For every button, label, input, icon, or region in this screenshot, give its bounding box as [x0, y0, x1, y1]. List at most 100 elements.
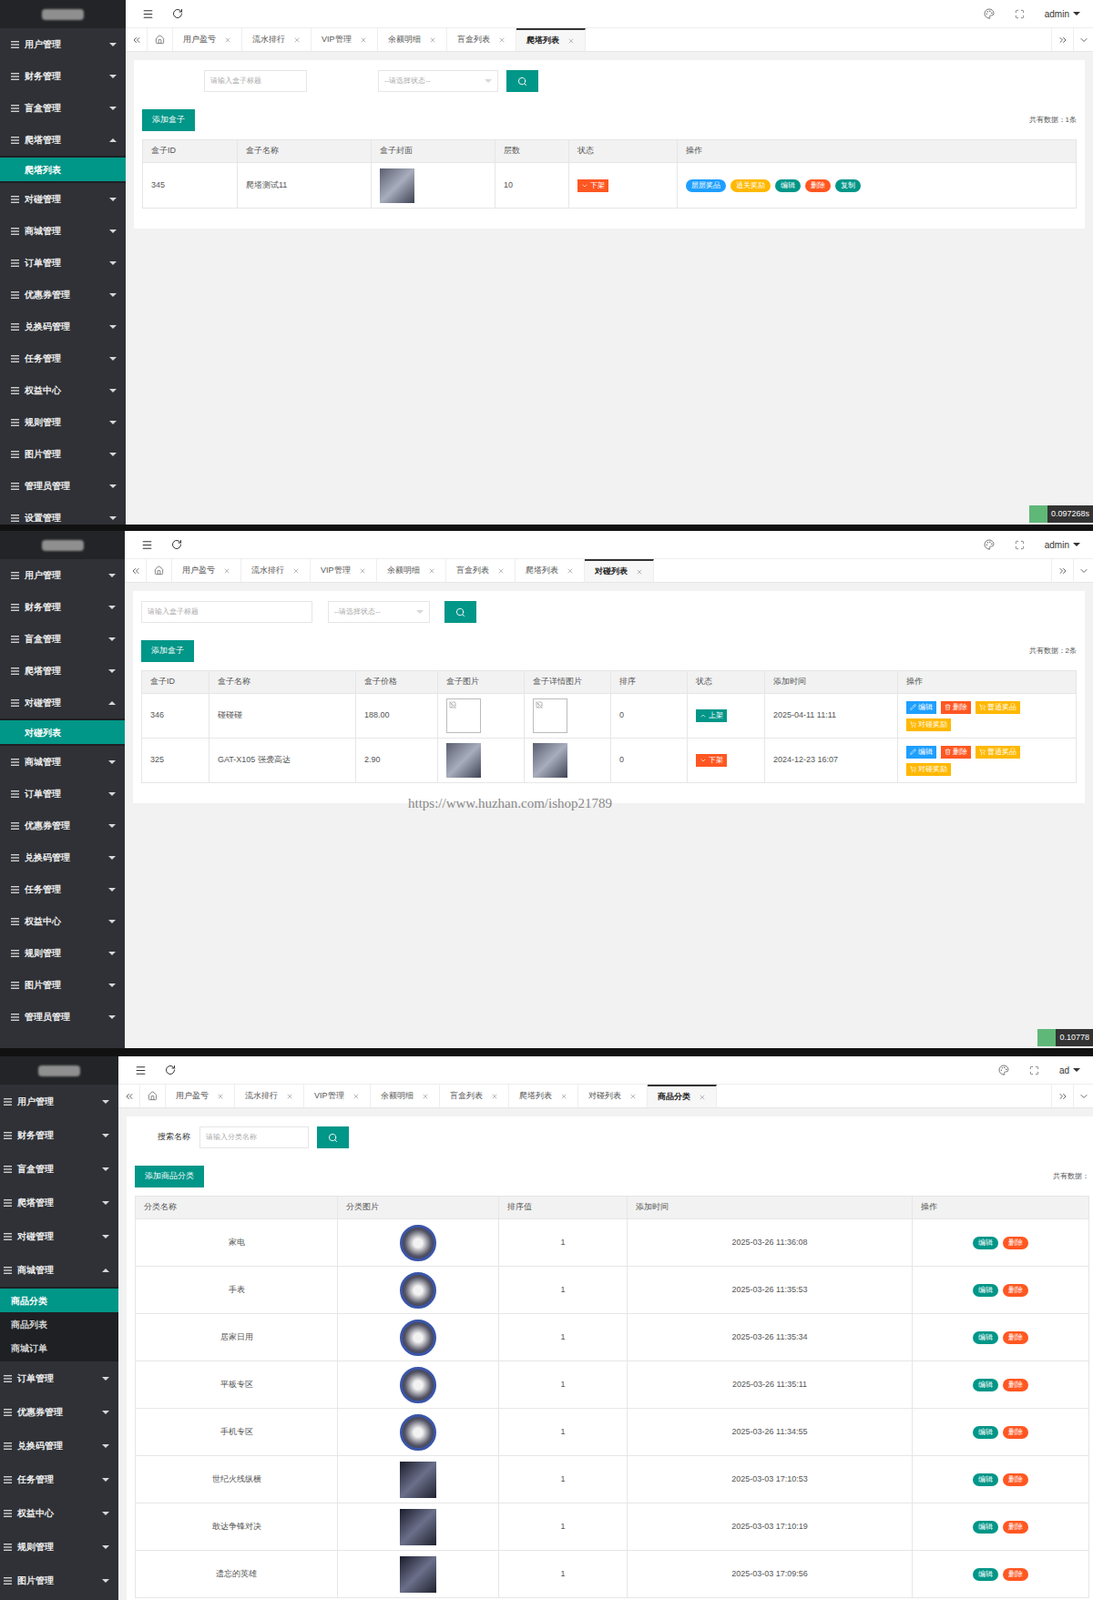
- action-button[interactable]: 编辑: [972, 1521, 999, 1534]
- fullscreen-icon[interactable]: [1014, 9, 1025, 20]
- search-input[interactable]: 请输入盒子标题: [141, 601, 313, 624]
- sidebar-item[interactable]: 订单管理: [0, 1361, 119, 1396]
- close-tab-icon[interactable]: [567, 37, 575, 45]
- sidebar-item[interactable]: 爬塔管理: [0, 1185, 119, 1220]
- sidebar-item[interactable]: 爬塔管理: [0, 123, 126, 156]
- action-button[interactable]: 编辑: [906, 701, 937, 715]
- table-row[interactable]: 居家日用12025-03-26 11:35:34编辑删除: [135, 1314, 1090, 1362]
- sidebar-item[interactable]: 设置管理: [0, 501, 126, 525]
- table-row[interactable]: 世纪火线纵横12025-03-03 17:10:53编辑删除: [135, 1456, 1090, 1504]
- add-button[interactable]: 添加盒子: [142, 109, 195, 132]
- action-button[interactable]: 删除: [1002, 1473, 1029, 1487]
- table-row[interactable]: 346碰碰碰188.000上架2025-04-11 11:11编辑删除普通奖品对…: [142, 694, 1077, 739]
- close-tab-icon[interactable]: [497, 567, 505, 575]
- tab-scroll-left[interactable]: [125, 28, 148, 52]
- sidebar-item[interactable]: 管理员管理: [0, 1001, 125, 1033]
- action-button[interactable]: 删除: [805, 179, 831, 193]
- table-row[interactable]: 平板专区12025-03-26 11:35:11编辑删除: [135, 1361, 1090, 1410]
- add-button[interactable]: 添加商品分类: [134, 1165, 205, 1188]
- search-button[interactable]: [444, 601, 477, 624]
- sidebar-item[interactable]: 规则管理: [0, 937, 125, 970]
- sidebar-item[interactable]: 任务管理: [0, 1462, 119, 1497]
- sidebar-subitem[interactable]: 商品列表: [0, 1312, 119, 1337]
- close-tab-icon[interactable]: [429, 36, 437, 44]
- sidebar-item[interactable]: 财务管理: [0, 1118, 119, 1153]
- sidebar-item[interactable]: 兑换码管理: [0, 841, 125, 874]
- tab[interactable]: VIP管理: [311, 28, 378, 52]
- sidebar-item[interactable]: 权益中心: [0, 905, 125, 938]
- close-tab-icon[interactable]: [358, 567, 367, 575]
- tab[interactable]: 余额明细: [377, 559, 447, 583]
- close-tab-icon[interactable]: [286, 1093, 294, 1101]
- action-button[interactable]: 删除: [940, 701, 971, 715]
- sidebar-item[interactable]: 订单管理: [0, 777, 125, 810]
- action-button[interactable]: 删除: [1002, 1236, 1029, 1250]
- action-button[interactable]: 普通奖品: [975, 745, 1021, 759]
- sidebar-item[interactable]: 优惠券管理: [0, 1395, 119, 1430]
- sidebar-item[interactable]: 优惠券管理: [0, 809, 125, 842]
- close-tab-icon[interactable]: [352, 1093, 360, 1101]
- close-tab-icon[interactable]: [498, 36, 506, 44]
- action-button[interactable]: 编辑: [972, 1236, 999, 1250]
- sidebar-item[interactable]: 爬塔管理: [0, 654, 125, 687]
- sidebar-item[interactable]: 权益中心: [0, 1496, 119, 1531]
- theme-icon[interactable]: [998, 1064, 1010, 1076]
- table-row[interactable]: 手机专区12025-03-26 11:34:55编辑删除: [135, 1409, 1090, 1457]
- sidebar-item[interactable]: 商城管理: [0, 214, 126, 247]
- tab[interactable]: 用户盈亏: [173, 28, 243, 52]
- action-button[interactable]: 编辑: [972, 1426, 999, 1440]
- action-button[interactable]: 通关奖励: [730, 179, 771, 193]
- close-tab-icon[interactable]: [421, 1093, 430, 1101]
- sidebar-item[interactable]: 图片管理: [0, 969, 125, 1002]
- sidebar-subitem[interactable]: 商城订单: [0, 1336, 119, 1360]
- tab-scroll-right[interactable]: [1051, 28, 1073, 52]
- logo[interactable]: [0, 531, 125, 560]
- action-button[interactable]: 对碰奖励: [906, 718, 951, 732]
- toggle-menu-icon[interactable]: [134, 1064, 147, 1077]
- toggle-menu-icon[interactable]: [142, 8, 154, 21]
- tab[interactable]: 余额明细: [377, 28, 448, 52]
- add-button[interactable]: 添加盒子: [141, 640, 195, 663]
- sidebar-item[interactable]: 管理员管理: [0, 469, 126, 502]
- fullscreen-icon[interactable]: [1029, 1065, 1040, 1076]
- tab[interactable]: VIP管理: [304, 1084, 371, 1108]
- sidebar-item[interactable]: 用户管理: [0, 28, 126, 61]
- close-tab-icon[interactable]: [560, 1093, 568, 1101]
- action-button[interactable]: 删除: [1002, 1379, 1029, 1392]
- table-row[interactable]: 325GAT-X105 强袭高达2.900下架2024-12-23 16:07编…: [142, 738, 1077, 784]
- close-tab-icon[interactable]: [629, 1093, 637, 1101]
- tab[interactable]: 用户盈亏: [165, 1084, 235, 1108]
- refresh-icon[interactable]: [164, 1064, 176, 1076]
- action-button[interactable]: 编辑: [972, 1568, 999, 1582]
- close-tab-icon[interactable]: [635, 568, 644, 576]
- search-button[interactable]: [316, 1126, 349, 1149]
- close-tab-icon[interactable]: [698, 1093, 706, 1102]
- tab-scroll-left[interactable]: [118, 1084, 141, 1108]
- sidebar-item[interactable]: 对碰管理: [0, 183, 126, 215]
- tab[interactable]: 对碰列表: [584, 559, 654, 583]
- sidebar-item[interactable]: 兑换码管理: [0, 1429, 119, 1463]
- user-menu[interactable]: admin: [1044, 7, 1081, 21]
- sidebar-subitem[interactable]: 对碰列表: [0, 720, 125, 745]
- table-row[interactable]: 345爬塔测试1110下架层层奖品通关奖励编辑删除复制: [143, 163, 1077, 209]
- tab-options[interactable]: [1072, 1084, 1093, 1108]
- tab[interactable]: 流水排行: [242, 28, 312, 52]
- action-button[interactable]: 对碰奖励: [906, 763, 951, 777]
- action-button[interactable]: 编辑: [972, 1331, 999, 1345]
- sidebar-item[interactable]: 盲盒管理: [0, 623, 125, 655]
- toggle-menu-icon[interactable]: [141, 539, 154, 552]
- home-tab[interactable]: [146, 559, 173, 583]
- tab[interactable]: 流水排行: [234, 1084, 305, 1108]
- home-tab[interactable]: [140, 1084, 166, 1108]
- close-tab-icon[interactable]: [216, 1093, 225, 1101]
- refresh-icon[interactable]: [171, 539, 183, 551]
- sidebar-item[interactable]: 财务管理: [0, 60, 126, 92]
- sidebar-item[interactable]: 规则管理: [0, 406, 126, 439]
- tab[interactable]: VIP管理: [310, 559, 378, 583]
- sidebar-item[interactable]: 图片管理: [0, 438, 126, 470]
- home-tab[interactable]: [147, 28, 174, 52]
- tab-scroll-left[interactable]: [124, 559, 147, 583]
- search-button[interactable]: [506, 70, 539, 92]
- action-button[interactable]: 删除: [1002, 1426, 1029, 1440]
- tab-scroll-right[interactable]: [1051, 1084, 1073, 1108]
